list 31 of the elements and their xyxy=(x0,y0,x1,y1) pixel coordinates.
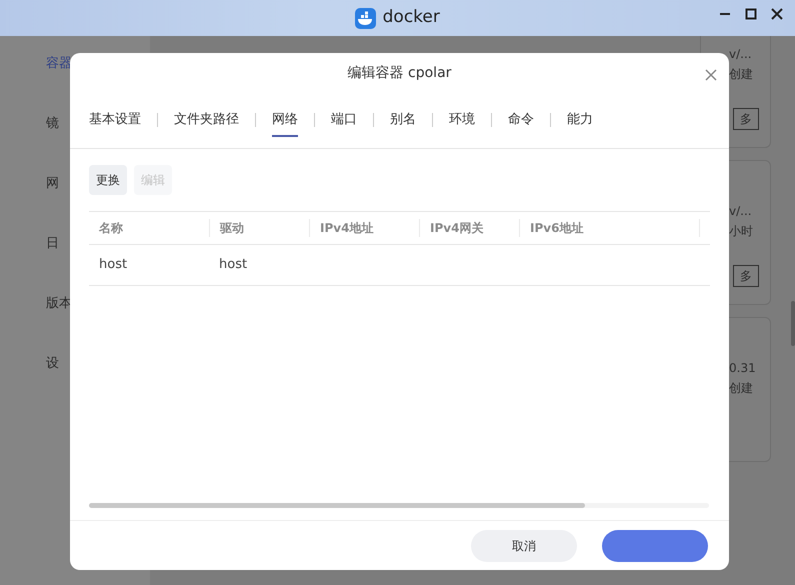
scrollbar[interactable] xyxy=(791,301,795,346)
dialog-title: 编辑容器 cpolar xyxy=(348,65,452,81)
card-text: v/... xyxy=(729,203,753,220)
column-header: 驱动 xyxy=(209,219,309,237)
column-header: 名称 xyxy=(98,220,124,237)
tab[interactable]: 环境 xyxy=(449,104,475,138)
window-title: docker xyxy=(382,6,440,30)
card-text: v/... xyxy=(729,46,753,63)
close-icon[interactable] xyxy=(771,8,783,20)
card-text: 创建 xyxy=(729,66,754,83)
confirm-button[interactable] xyxy=(602,530,708,562)
tab[interactable]: 端口 xyxy=(331,104,357,138)
maximize-icon[interactable] xyxy=(745,8,757,20)
cancel-button[interactable]: 取消 xyxy=(471,530,577,562)
tab[interactable]: 文件夹路径 xyxy=(174,104,239,138)
card-text: 小时 xyxy=(729,223,754,240)
table-cell: host xyxy=(219,257,248,272)
column-header: IPv4地址 xyxy=(309,219,419,237)
tab[interactable]: 命令 xyxy=(508,104,534,138)
tab[interactable]: 网络 xyxy=(272,104,298,138)
whale-icon xyxy=(355,8,376,28)
scrollbar[interactable] xyxy=(89,503,709,508)
column-header: IPv6地址 xyxy=(519,219,699,237)
tab[interactable]: 别名 xyxy=(390,104,416,138)
card-text: 创建 xyxy=(729,380,754,397)
card-text: 0.31 xyxy=(729,360,757,377)
change-button[interactable]: 更换 xyxy=(89,165,127,195)
tab[interactable]: 基本设置 xyxy=(89,104,141,138)
column-header: IPv4网关 xyxy=(419,219,519,237)
table-cell: host xyxy=(99,257,128,272)
tab[interactable]: 能力 xyxy=(567,104,593,138)
